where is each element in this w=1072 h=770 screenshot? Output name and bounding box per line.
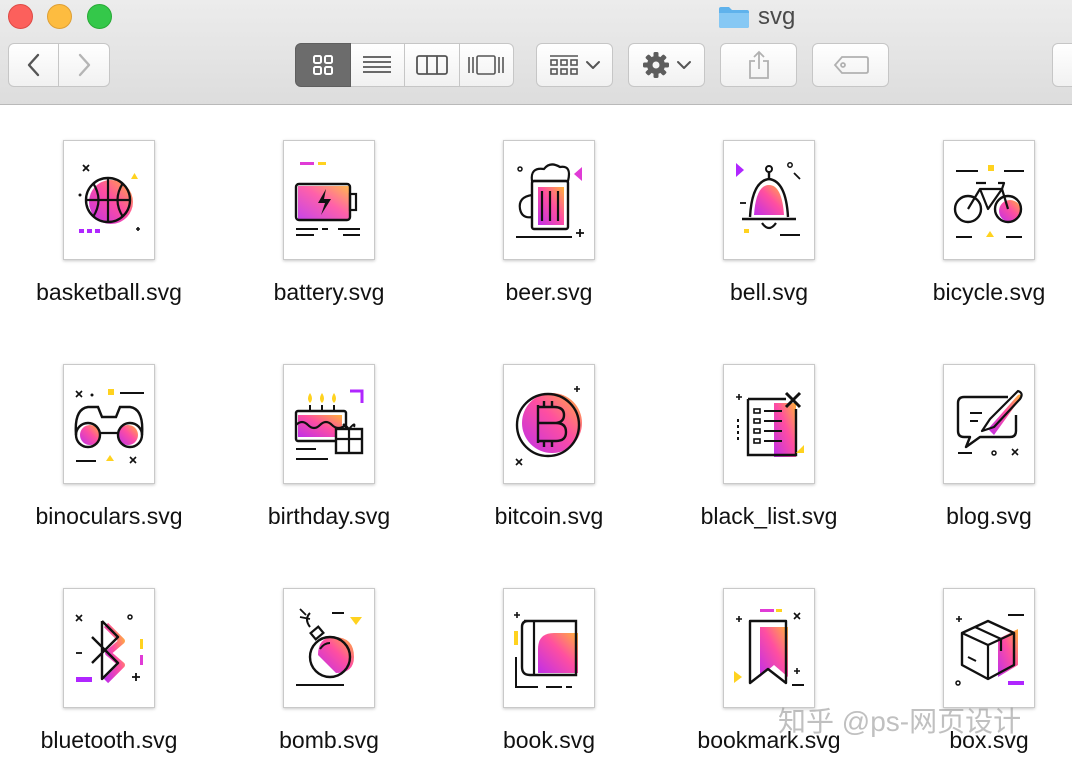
file-thumbnail bbox=[943, 364, 1035, 484]
file-name: bell.svg bbox=[730, 279, 808, 305]
cover-flow-button[interactable] bbox=[459, 43, 514, 87]
file-thumbnail bbox=[723, 140, 815, 260]
icon-view-icon bbox=[312, 55, 333, 75]
list-view-button[interactable] bbox=[350, 43, 405, 87]
file-item[interactable]: bomb.svg bbox=[229, 552, 429, 762]
chevron-left-icon bbox=[27, 53, 39, 77]
window-title: svg bbox=[718, 2, 795, 32]
view-mode-control bbox=[295, 43, 514, 87]
file-name: beer.svg bbox=[505, 279, 593, 305]
share-icon bbox=[748, 50, 769, 79]
file-thumbnail bbox=[943, 588, 1035, 708]
file-item[interactable]: bluetooth.svg bbox=[9, 552, 209, 762]
binoculars-icon bbox=[74, 389, 144, 464]
bomb-icon bbox=[296, 608, 362, 686]
folder-icon bbox=[719, 7, 749, 28]
close-window-button[interactable] bbox=[8, 4, 33, 29]
file-grid: basketball.svg battery.svg beer.svg bell… bbox=[0, 104, 1072, 770]
file-item[interactable]: black_list.svg bbox=[669, 328, 869, 538]
bicycle-icon bbox=[953, 165, 1024, 238]
list-view-icon bbox=[363, 56, 392, 73]
tag-icon bbox=[833, 56, 869, 74]
file-thumbnail bbox=[723, 588, 815, 708]
file-item[interactable]: binoculars.svg bbox=[9, 328, 209, 538]
file-name: bomb.svg bbox=[279, 727, 379, 753]
file-item[interactable]: blog.svg bbox=[889, 328, 1072, 538]
arrange-grid-icon bbox=[549, 55, 578, 75]
birthday-cake-icon bbox=[294, 389, 364, 460]
file-name: binoculars.svg bbox=[35, 503, 183, 529]
file-thumbnail bbox=[503, 588, 595, 708]
share-button[interactable] bbox=[720, 43, 797, 87]
minimize-window-button[interactable] bbox=[47, 4, 72, 29]
watermark: 知乎 @ps-网页设计 bbox=[778, 706, 1022, 737]
zoom-window-button[interactable] bbox=[87, 4, 112, 29]
bell-icon bbox=[736, 162, 801, 236]
file-item[interactable]: bicycle.svg bbox=[889, 104, 1072, 314]
file-name: birthday.svg bbox=[267, 503, 391, 529]
file-name: blog.svg bbox=[946, 503, 1032, 529]
file-name: bicycle.svg bbox=[932, 279, 1046, 305]
beer-icon bbox=[516, 163, 584, 238]
file-thumbnail bbox=[503, 364, 595, 484]
bitcoin-icon bbox=[515, 386, 582, 466]
file-thumbnail bbox=[63, 588, 155, 708]
file-thumbnail bbox=[63, 364, 155, 484]
file-thumbnail bbox=[283, 140, 375, 260]
file-name: bluetooth.svg bbox=[40, 727, 178, 753]
file-thumbnail bbox=[63, 140, 155, 260]
chevron-right-icon bbox=[78, 53, 91, 77]
cover-flow-icon bbox=[468, 55, 505, 75]
file-item[interactable]: beer.svg bbox=[449, 104, 649, 314]
file-thumbnail bbox=[283, 588, 375, 708]
battery-icon bbox=[294, 162, 360, 236]
search-field-edge[interactable] bbox=[1052, 43, 1072, 87]
file-item[interactable]: battery.svg bbox=[229, 104, 429, 314]
chevron-down-icon bbox=[585, 61, 600, 69]
window-toolbar: svg bbox=[0, 0, 1072, 105]
file-item[interactable]: book.svg bbox=[449, 552, 649, 762]
file-thumbnail bbox=[503, 140, 595, 260]
arrange-button[interactable] bbox=[536, 43, 613, 87]
file-item[interactable]: birthday.svg bbox=[229, 328, 429, 538]
file-item[interactable]: bitcoin.svg bbox=[449, 328, 649, 538]
file-thumbnail bbox=[723, 364, 815, 484]
basketball-icon bbox=[78, 164, 140, 233]
chevron-down-icon bbox=[676, 61, 691, 69]
blog-icon bbox=[956, 389, 1023, 456]
file-name: battery.svg bbox=[273, 279, 385, 305]
file-item[interactable]: bell.svg bbox=[669, 104, 869, 314]
file-name: basketball.svg bbox=[36, 279, 182, 305]
bookmark-icon bbox=[734, 609, 804, 686]
back-button[interactable] bbox=[8, 43, 59, 87]
gear-icon bbox=[642, 52, 669, 78]
window-title-text: svg bbox=[758, 3, 796, 30]
icon-view-button[interactable] bbox=[295, 43, 351, 87]
bluetooth-icon bbox=[75, 614, 143, 684]
column-view-button[interactable] bbox=[405, 43, 460, 87]
tags-button[interactable] bbox=[812, 43, 889, 87]
forward-button[interactable] bbox=[59, 43, 110, 87]
column-view-icon bbox=[415, 55, 448, 75]
file-name: black_list.svg bbox=[700, 503, 838, 529]
file-item[interactable]: basketball.svg bbox=[9, 104, 209, 314]
black-list-icon bbox=[736, 391, 804, 457]
book-icon bbox=[514, 612, 578, 688]
box-icon bbox=[955, 614, 1024, 686]
file-name: book.svg bbox=[502, 727, 596, 753]
file-name: bitcoin.svg bbox=[494, 503, 604, 529]
file-thumbnail bbox=[943, 140, 1035, 260]
file-thumbnail bbox=[283, 364, 375, 484]
action-button[interactable] bbox=[628, 43, 705, 87]
